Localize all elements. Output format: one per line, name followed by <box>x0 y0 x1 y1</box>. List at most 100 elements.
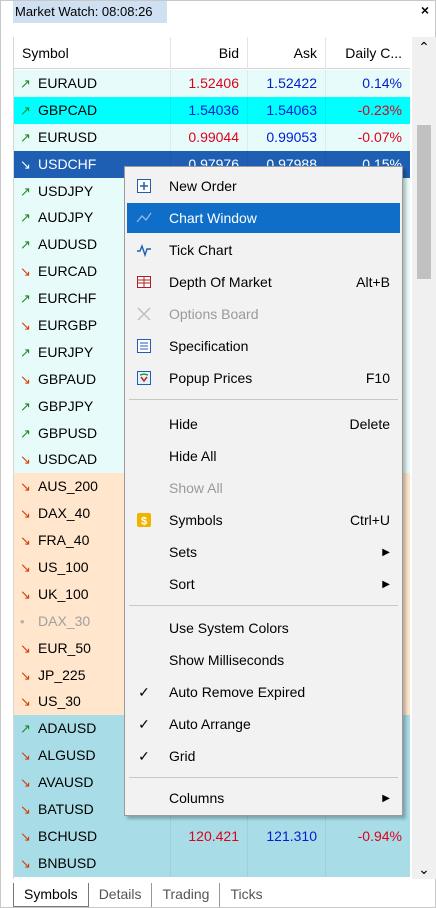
menu-item-sets[interactable]: Sets ▶ <box>127 537 400 567</box>
column-header-bid[interactable]: Bid <box>171 37 248 69</box>
menu-item-show-all[interactable]: Show All <box>127 473 400 503</box>
symbol-name: GBPAUD <box>38 370 97 387</box>
trend-down-icon: ↘ <box>20 318 31 334</box>
symbol-name: GBPCAD <box>38 101 98 118</box>
menu-item-show-milliseconds[interactable]: Show Milliseconds <box>127 645 400 675</box>
menu-item-depth-of-market[interactable]: Depth Of Market Alt+B <box>127 267 400 297</box>
symbol-name: AVAUSD <box>38 774 94 791</box>
menu-label: Show All <box>169 480 223 496</box>
tab-details[interactable]: Details <box>89 883 153 907</box>
menu-item-auto-remove-expired[interactable]: ✓ Auto Remove Expired <box>127 677 400 707</box>
table-row[interactable]: ↗ EURAUD 1.52406 1.52422 0.14% <box>14 70 410 97</box>
menu-label: Tick Chart <box>169 242 233 258</box>
menu-label: Use System Colors <box>169 620 289 636</box>
context-menu: New Order Chart Window Tick Chart Depth … <box>124 166 403 816</box>
trend-up-icon: ↗ <box>20 721 31 737</box>
trend-up-icon: ↗ <box>20 398 31 414</box>
trend-down-icon: ↘ <box>20 828 31 844</box>
bid-cell: 120.421 <box>171 822 248 850</box>
column-header-ask[interactable]: Ask <box>248 37 326 69</box>
trend-up-icon: ↗ <box>20 210 31 226</box>
trend-down-icon: ↘ <box>20 667 31 683</box>
trend-down-icon: ↘ <box>20 802 31 818</box>
symbol-name: EUR_50 <box>38 639 91 656</box>
menu-item-specification[interactable]: Specification <box>127 331 400 361</box>
menu-label: New Order <box>169 178 237 194</box>
symbol-name: AUDJPY <box>38 209 94 226</box>
menu-item-hide-all[interactable]: Hide All <box>127 441 400 471</box>
table-row[interactable]: ↘ BNBUSD <box>14 849 410 877</box>
menu-item-popup-prices[interactable]: Popup Prices F10 <box>127 363 400 393</box>
menu-separator <box>129 777 398 778</box>
symbol-name: USDCAD <box>38 451 98 468</box>
menu-item-new-order[interactable]: New Order <box>127 171 400 201</box>
scroll-thumb[interactable] <box>417 125 431 279</box>
menu-item-options-board[interactable]: Options Board <box>127 299 400 329</box>
menu-item-use-system-colors[interactable]: Use System Colors <box>127 613 400 643</box>
symbol-cell: ↘ BCHUSD <box>14 822 171 850</box>
symbol-cell: ↗ EURUSD <box>14 123 171 151</box>
menu-label: Auto Remove Expired <box>169 684 306 700</box>
ask-cell: 121.310 <box>248 822 326 850</box>
menu-shortcut: Delete <box>349 416 390 432</box>
trend-down-icon: ↘ <box>20 533 31 549</box>
options-board-icon <box>135 305 153 323</box>
menu-item-columns[interactable]: Columns ▶ <box>127 783 400 813</box>
market-watch-window: Market Watch: 08:08:26 × Symbol Bid Ask … <box>0 0 436 908</box>
symbol-name: AUS_200 <box>38 478 98 495</box>
menu-label: Depth Of Market <box>169 274 272 290</box>
submenu-arrow-icon: ▶ <box>382 546 390 558</box>
menu-label: Specification <box>169 338 249 354</box>
trend-down-icon: ↘ <box>20 855 31 871</box>
menu-label: Columns <box>169 790 225 806</box>
popup-prices-icon <box>135 369 153 387</box>
scroll-down-icon[interactable]: ⌄ <box>412 859 436 879</box>
menu-shortcut: Ctrl+U <box>349 512 390 528</box>
vertical-scrollbar[interactable]: ⌃ ⌄ <box>412 37 436 879</box>
column-header-daily-change[interactable]: Daily C... <box>326 37 410 69</box>
trend-up-icon: ↗ <box>20 129 31 145</box>
table-row[interactable]: ↘ BCHUSD 120.421 121.310 -0.94% <box>14 822 410 850</box>
symbol-name: GBPUSD <box>38 424 98 441</box>
daily-change-cell: -0.07% <box>326 124 410 151</box>
symbol-name: AUDUSD <box>38 236 98 253</box>
column-header-symbol[interactable]: Symbol <box>14 37 171 69</box>
bid-cell: 0.99044 <box>171 123 248 151</box>
symbol-cell: ↗ GBPCAD <box>14 96 171 124</box>
title-bar[interactable]: Market Watch: 08:08:26 × <box>1 1 436 23</box>
daily-change-cell: -0.94% <box>326 823 410 850</box>
trend-down-icon: ↘ <box>20 371 31 387</box>
menu-item-chart-window[interactable]: Chart Window <box>127 203 400 233</box>
menu-item-hide[interactable]: Hide Delete <box>127 409 400 439</box>
new-order-icon <box>135 177 153 195</box>
scroll-up-icon[interactable]: ⌃ <box>412 37 436 57</box>
menu-item-tick-chart[interactable]: Tick Chart <box>127 235 400 265</box>
trend-down-icon: ↘ <box>20 506 31 522</box>
menu-separator <box>129 605 398 606</box>
tab-ticks[interactable]: Ticks <box>220 883 272 907</box>
symbol-name: JP_225 <box>38 666 86 683</box>
menu-label: Hide All <box>169 448 217 464</box>
trend-down-icon: ↘ <box>20 479 31 495</box>
chart-window-icon <box>135 209 153 227</box>
menu-item-grid[interactable]: ✓ Grid <box>127 741 400 771</box>
menu-item-auto-arrange[interactable]: ✓ Auto Arrange <box>127 709 400 739</box>
menu-item-sort[interactable]: Sort ▶ <box>127 569 400 599</box>
submenu-arrow-icon: ▶ <box>382 578 390 590</box>
menu-label: Sets <box>169 544 198 560</box>
trend-down-icon: ↘ <box>20 694 31 710</box>
symbol-name: DAX_40 <box>38 505 91 522</box>
trend-down-icon: ↘ <box>20 156 31 172</box>
table-row[interactable]: ↗ GBPCAD 1.54036 1.54063 -0.23% <box>14 96 410 124</box>
tab-symbols[interactable]: Symbols <box>13 883 89 907</box>
close-icon[interactable]: × <box>421 2 429 18</box>
trend-down-icon: ↘ <box>20 775 31 791</box>
daily-change-cell <box>326 850 410 877</box>
table-row[interactable]: ↗ EURUSD 0.99044 0.99053 -0.07% <box>14 123 410 151</box>
check-icon: ✓ <box>138 747 150 764</box>
menu-label: Chart Window <box>169 210 257 226</box>
menu-item-symbols[interactable]: $ Symbols Ctrl+U <box>127 505 400 535</box>
symbol-name: US_100 <box>38 559 89 576</box>
inactive-dot-icon: • <box>20 613 25 629</box>
tab-trading[interactable]: Trading <box>152 883 221 907</box>
